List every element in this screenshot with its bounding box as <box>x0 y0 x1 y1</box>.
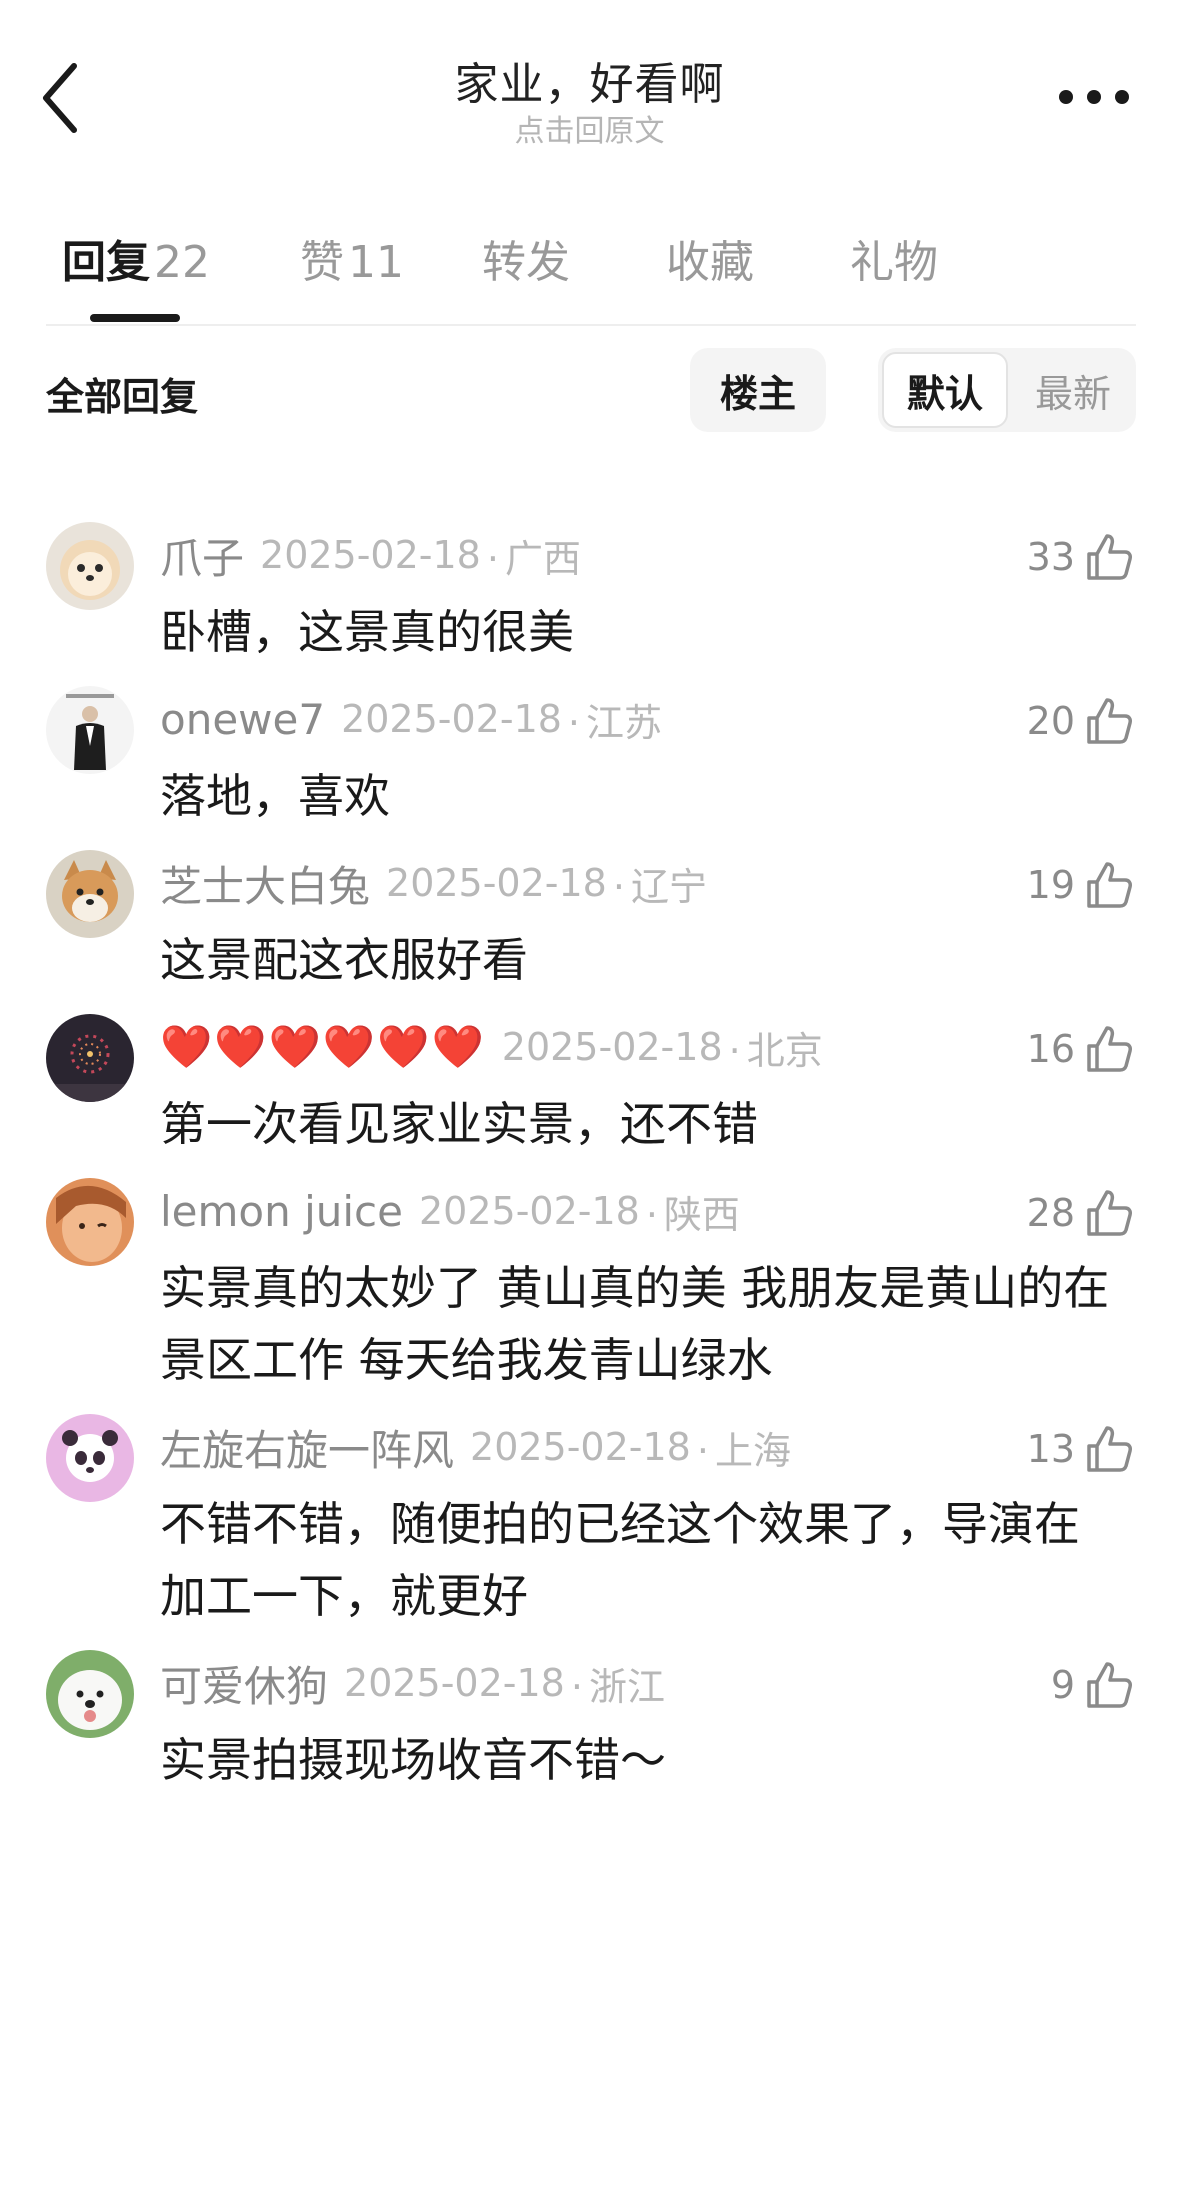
comment-text: 卧槽，这景真的很美 <box>160 605 574 659</box>
username[interactable]: lemon juice <box>160 1187 403 1236</box>
comment-location: 陕西 <box>646 1184 740 1239</box>
more-dot <box>1115 90 1129 104</box>
username[interactable]: 左旋右旋一阵风 <box>160 1417 454 1478</box>
comment-meta: 爪子 2025-02-18 广西 <box>160 526 581 584</box>
thumbs-up-icon <box>1087 698 1132 744</box>
like-button[interactable]: 28 <box>1027 1186 1133 1240</box>
more-dot <box>1087 90 1101 104</box>
like-button[interactable]: 19 <box>1027 858 1133 912</box>
thumbs-up-icon <box>1087 1026 1132 1072</box>
comment-location: 浙江 <box>571 1656 665 1711</box>
comment-time: 2025-02-18 <box>341 697 562 741</box>
like-count: 33 <box>1026 535 1075 579</box>
panda-avatar[interactable] <box>46 1414 134 1502</box>
like-button[interactable]: 20 <box>1027 694 1133 748</box>
thumbs-up-icon <box>1087 862 1132 908</box>
like-button[interactable]: 9 <box>1051 1658 1133 1712</box>
comment-text: 实景拍摄现场收音不错～ <box>160 1733 666 1787</box>
comment-time: 2025-02-18 <box>260 533 481 577</box>
sort-latest-button[interactable]: 最新 <box>1010 348 1136 432</box>
tab-replies[interactable]: 回复22 <box>62 226 210 290</box>
fireworks-avatar[interactable] <box>46 1014 134 1102</box>
tab-bar: 回复22 赞11 转发 收藏 礼物 <box>46 226 1136 326</box>
comment-time: 2025-02-18 <box>344 1661 565 1705</box>
comment-time: 2025-02-18 <box>501 1025 723 1069</box>
like-button[interactable]: 16 <box>1027 1022 1133 1076</box>
thumbs-up-icon <box>1087 534 1132 580</box>
like-count: 9 <box>1050 1663 1075 1707</box>
tab-reposts[interactable]: 转发 <box>482 226 570 290</box>
sort-default-button[interactable]: 默认 <box>882 352 1008 428</box>
comment-meta: 左旋右旋一阵风 2025-02-18 上海 <box>160 1418 791 1476</box>
comment-meta: 可爱休狗 2025-02-18 浙江 <box>160 1654 665 1712</box>
selfie-avatar[interactable] <box>46 1178 134 1266</box>
tab-likes[interactable]: 赞11 <box>300 226 404 290</box>
active-tab-indicator <box>90 314 180 322</box>
comment-text: 这景配这衣服好看 <box>160 933 528 987</box>
more-dots-icon <box>1059 90 1073 104</box>
person-photo-avatar[interactable] <box>46 686 134 774</box>
like-button[interactable]: 33 <box>1027 530 1133 584</box>
like-button[interactable]: 13 <box>1027 1422 1133 1476</box>
like-count: 13 <box>1026 1427 1075 1471</box>
like-count: 19 <box>1026 863 1075 907</box>
tab-label: 礼物 <box>850 237 938 288</box>
filter-row: 全部回复 楼主 默认 最新 <box>46 348 1136 434</box>
username[interactable]: 芝士大白兔 <box>160 853 370 914</box>
comment-location: 上海 <box>697 1420 791 1475</box>
comment-meta: 芝士大白兔 2025-02-18 辽宁 <box>160 854 707 912</box>
more-button[interactable] <box>1059 82 1129 112</box>
tab-label: 回复 <box>62 237 150 288</box>
shiba-avatar[interactable] <box>46 850 134 938</box>
comment-text: 第一次看见家业实景，还不错 <box>160 1097 758 1151</box>
username[interactable]: onewe7 <box>160 695 325 744</box>
tab-favorites[interactable]: 收藏 <box>666 226 754 290</box>
page-title: 家业，好看啊 <box>454 59 725 110</box>
tab-count: 11 <box>348 237 404 288</box>
comment-location: 江苏 <box>568 692 662 747</box>
comment-time: 2025-02-18 <box>418 1189 640 1233</box>
comment-location: 辽宁 <box>613 856 707 911</box>
tab-label: 收藏 <box>666 237 754 288</box>
tab-gifts[interactable]: 礼物 <box>850 226 938 290</box>
like-count: 20 <box>1026 699 1075 743</box>
username[interactable]: 可爱休狗 <box>160 1653 328 1714</box>
pomeranian-avatar[interactable] <box>46 522 134 610</box>
all-replies-heading: 全部回复 <box>46 375 199 419</box>
sort-toggle: 默认 最新 <box>878 348 1136 432</box>
top-bar: 家业，好看啊 点击回原文 <box>0 0 1179 180</box>
tab-label: 转发 <box>482 237 570 288</box>
tab-label: 赞 <box>300 237 344 288</box>
like-count: 28 <box>1026 1191 1075 1235</box>
thumbs-up-icon <box>1087 1426 1132 1472</box>
comment-time: 2025-02-18 <box>470 1425 691 1469</box>
tab-count: 22 <box>154 237 210 288</box>
comment-meta: ❤️❤️❤️❤️❤️❤️ 2025-02-18 北京 <box>160 1018 823 1076</box>
thumbs-up-icon <box>1087 1662 1132 1708</box>
username[interactable]: ❤️❤️❤️❤️❤️❤️ <box>160 1022 486 1072</box>
owner-filter-button[interactable]: 楼主 <box>690 348 826 432</box>
comment-location: 广西 <box>487 528 581 583</box>
username[interactable]: 爪子 <box>160 525 244 586</box>
comment-text: 不错不错，随便拍的已经这个效果了，导演在加工一下，就更好 <box>160 1497 1080 1623</box>
comment-meta: onewe7 2025-02-18 江苏 <box>160 690 662 748</box>
view-original-link[interactable]: 点击回原文 <box>0 106 1179 150</box>
thumbs-up-icon <box>1087 1190 1132 1236</box>
comment-text: 实景真的太妙了 黄山真的美 我朋友是黄山的在景区工作 每天给我发青山绿水 <box>160 1261 1110 1387</box>
like-count: 16 <box>1026 1027 1075 1071</box>
comment-text: 落地，喜欢 <box>160 769 390 823</box>
comment-time: 2025-02-18 <box>386 861 607 905</box>
divider <box>46 324 1136 326</box>
comment-location: 北京 <box>729 1020 823 1075</box>
comment-meta: lemon juice 2025-02-18 陕西 <box>160 1182 740 1240</box>
samoyed-avatar[interactable] <box>46 1650 134 1738</box>
